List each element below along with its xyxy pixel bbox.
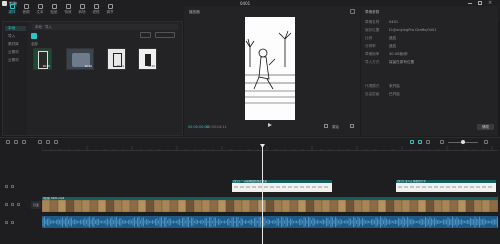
- undo-icon[interactable]: [14, 140, 18, 144]
- mute-icon[interactable]: [17, 203, 20, 206]
- zoom-out-icon[interactable]: [440, 140, 444, 144]
- media-thumb-4[interactable]: 00:09: [138, 48, 157, 70]
- sidebar-item-import[interactable]: 导入: [5, 34, 26, 39]
- zoom-slider-handle[interactable]: [461, 140, 465, 144]
- video-filmstrip: [42, 200, 498, 212]
- prop-row: 比例 适应: [365, 36, 397, 40]
- sidebar-item-library[interactable]: 素材库: [5, 42, 26, 47]
- eye-icon[interactable]: [11, 203, 14, 206]
- audio-waveform: [42, 216, 498, 228]
- text-track-header: [3, 185, 27, 189]
- text-icon: [37, 4, 43, 9]
- ratio-button[interactable]: 原始: [332, 124, 339, 129]
- media-sidebar: 本地 导入 素材库 云素材 云素材: [3, 22, 27, 135]
- eye-icon[interactable]: [11, 185, 14, 188]
- prop-row: 草稿帧率 30.00帧/秒: [365, 52, 408, 56]
- audio-clip[interactable]: [42, 216, 498, 228]
- media-thumb-1[interactable]: 00:05: [33, 48, 52, 70]
- import-button[interactable]: [31, 33, 37, 39]
- adjust-icon: [107, 4, 113, 9]
- player-panel: 播放器 00:00:00:00 00:00:24:11 原始: [184, 6, 360, 136]
- player-title: 播放器: [189, 10, 200, 14]
- text-clip-content: [232, 183, 332, 192]
- split-icon[interactable]: [38, 140, 42, 144]
- media-thumb-2[interactable]: 00:06: [66, 48, 94, 70]
- media-panel: [2, 21, 183, 136]
- maximize-icon[interactable]: [478, 1, 482, 5]
- sidebar-item-cloud-2[interactable]: 云素材: [5, 58, 26, 63]
- play-icon[interactable]: [268, 123, 272, 127]
- snap-icon[interactable]: [410, 140, 414, 144]
- text-clip[interactable]: [文字] 一只猫咪慢悠悠走过来: [232, 180, 332, 192]
- text-clip-content: [396, 183, 496, 192]
- prop-row: 草稿名称 0401: [365, 20, 399, 24]
- media-thumb-3[interactable]: 00:04: [107, 48, 126, 70]
- sort-dropdown[interactable]: [140, 32, 151, 38]
- prop-row: 代理模式 未开启: [365, 84, 400, 88]
- preview-axis-icon[interactable]: [426, 140, 430, 144]
- audio-icon: [23, 4, 29, 9]
- cover-button[interactable]: 封面: [31, 201, 41, 209]
- lock-icon[interactable]: [5, 185, 8, 188]
- crop-icon[interactable]: [324, 124, 328, 128]
- effects-icon: [65, 4, 71, 9]
- prop-row: 导入方式 保留在原有位置: [365, 60, 415, 64]
- prop-row: 自由层级 已开启: [365, 92, 400, 96]
- sidebar-item-cloud[interactable]: 云素材: [5, 50, 26, 55]
- zoom-in-icon[interactable]: [484, 140, 488, 144]
- props-title: 草稿参数: [365, 10, 380, 14]
- audio-track-header: [3, 221, 27, 225]
- filter-icon: [93, 4, 99, 9]
- modify-button[interactable]: 修改: [477, 124, 494, 130]
- sidebar-item-local[interactable]: 本地: [5, 26, 26, 31]
- minimize-icon[interactable]: [468, 3, 472, 4]
- mute-icon[interactable]: [11, 221, 14, 224]
- timeline-panel: 封面 [文字] 一只猫咪慢悠悠走过来 [文字] 主人正在收拾行李 [视频] 04…: [0, 137, 500, 244]
- media-icon: [9, 4, 15, 9]
- fullscreen-icon[interactable]: [350, 124, 354, 128]
- prop-row: 分辨率 适应: [365, 44, 397, 48]
- video-editor-app: { "app": {"title": "剪映", "project_name":…: [0, 0, 500, 244]
- lock-icon[interactable]: [5, 203, 8, 206]
- transition-icon: [79, 4, 85, 9]
- lock-icon[interactable]: [5, 221, 8, 224]
- video-track-header: [3, 203, 27, 207]
- video-preview: [245, 17, 295, 120]
- tab-adjust[interactable]: 调节: [102, 4, 118, 15]
- redo-icon[interactable]: [22, 140, 26, 144]
- menu-icon[interactable]: [350, 9, 355, 14]
- playhead[interactable]: [262, 145, 263, 244]
- freeze-icon[interactable]: [54, 140, 58, 144]
- filter-dropdown[interactable]: [155, 32, 175, 38]
- sticker-icon: [51, 4, 57, 9]
- select-tool-icon[interactable]: [6, 140, 10, 144]
- ruler-ticks: [41, 146, 493, 151]
- sketch-scene: [245, 17, 295, 120]
- video-clip[interactable]: [视频] 0401.mp4: [42, 197, 498, 212]
- time-ruler[interactable]: [41, 146, 498, 151]
- breadcrumb[interactable]: 本地 · 导入: [32, 24, 178, 30]
- text-clip[interactable]: [文字] 主人正在收拾行李: [396, 180, 496, 192]
- prop-row: 保存位置 D:/JianyingPro Drafts/0401: [365, 28, 437, 32]
- link-icon[interactable]: [418, 140, 422, 144]
- draft-properties-panel: 草稿参数 草稿名称 0401 保存位置 D:/JianyingPro Drafts/…: [361, 6, 498, 136]
- delete-icon[interactable]: [46, 140, 50, 144]
- total-time: 00:00:24:11: [206, 125, 227, 129]
- section-label: 全部: [31, 42, 38, 46]
